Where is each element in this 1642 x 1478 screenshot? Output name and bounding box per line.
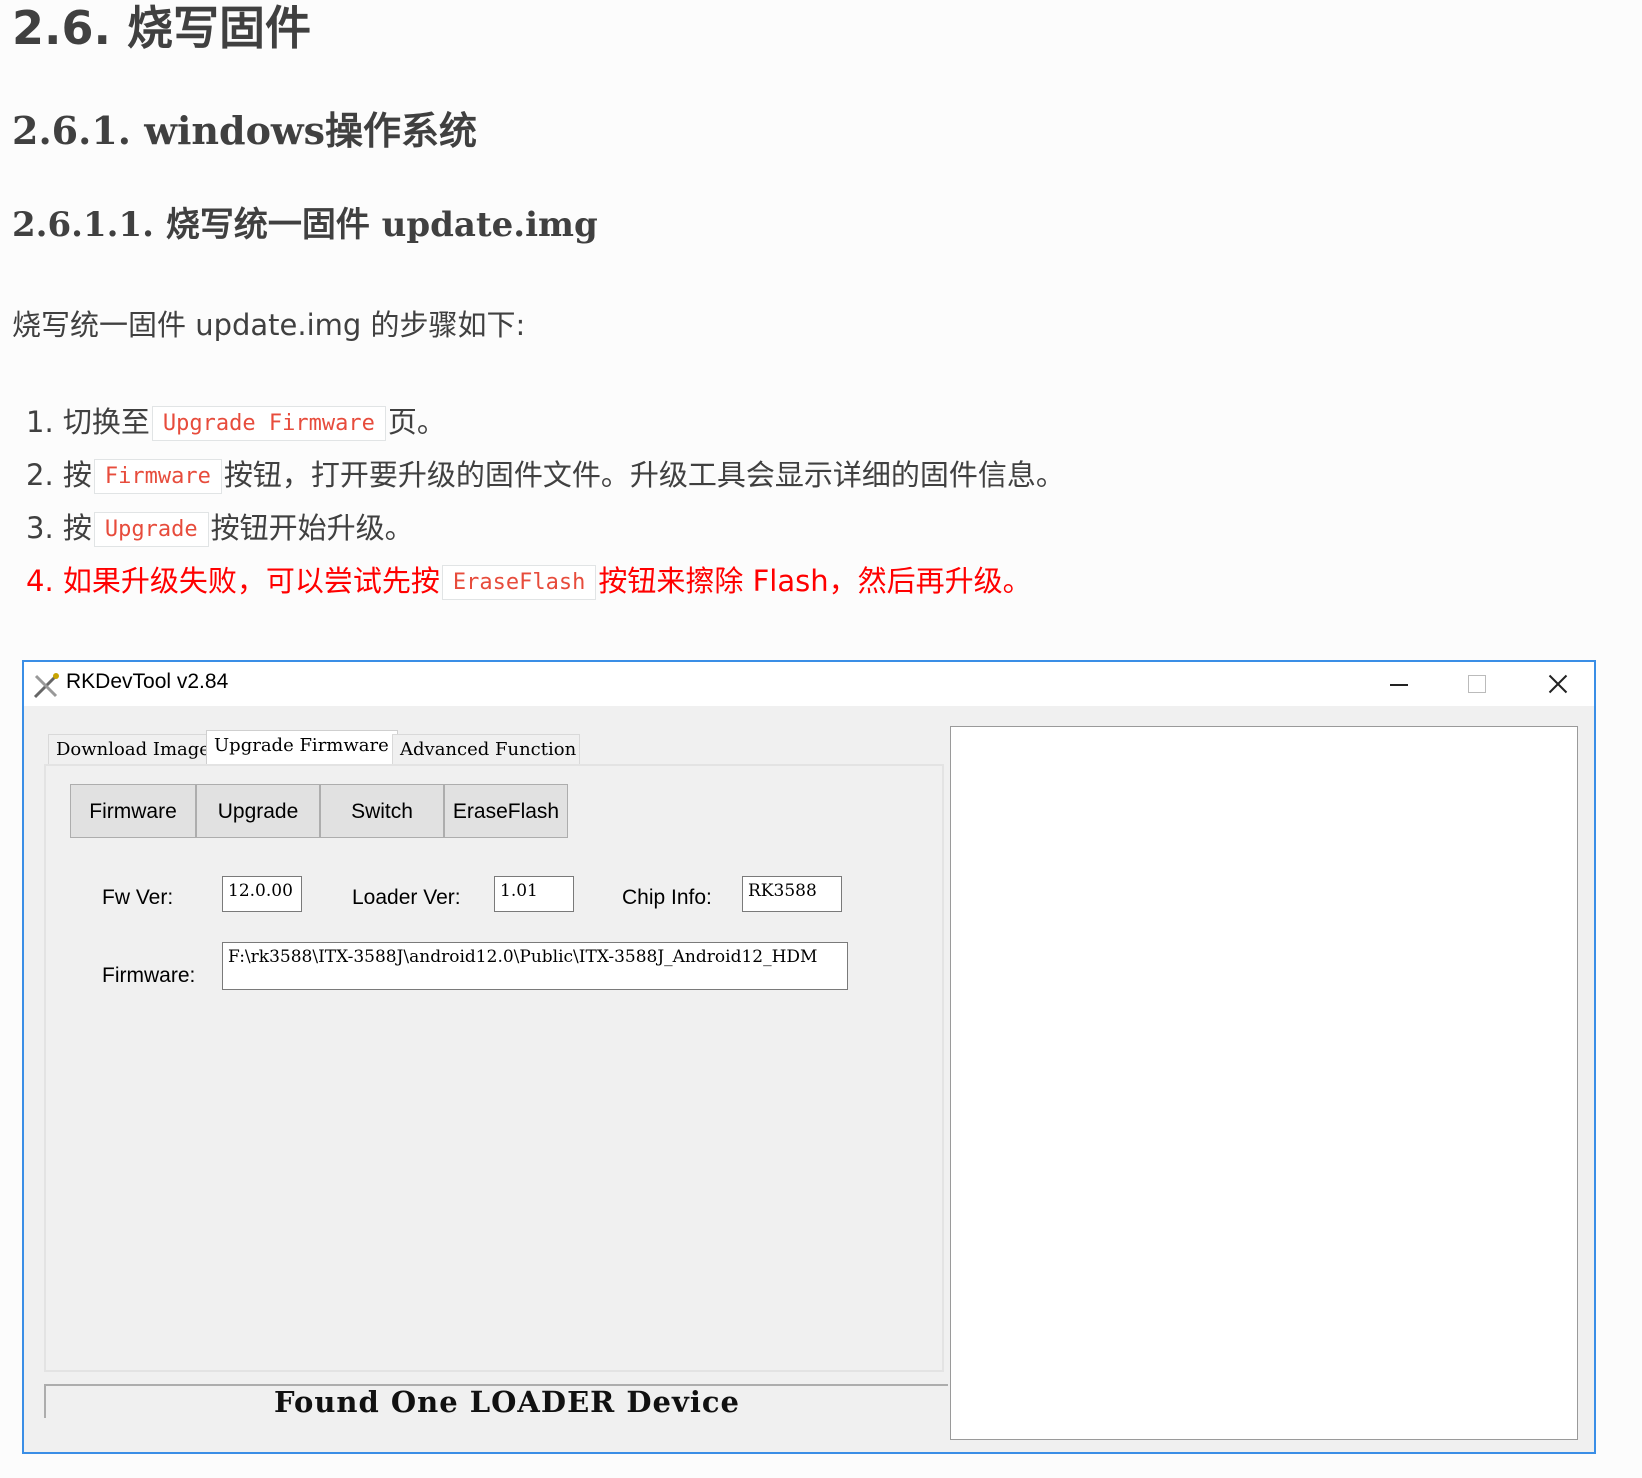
intro-text: 烧写统一固件 update.img 的步骤如下: <box>12 308 526 342</box>
firmware-button[interactable]: Firmware <box>70 784 196 838</box>
close-icon[interactable] <box>1534 668 1580 700</box>
chip-info-field[interactable]: RK3588 <box>742 876 842 912</box>
tab-advanced-function[interactable]: Advanced Function <box>392 734 580 765</box>
step-item: 2. 按 Firmware 按钮，打开要升级的固件文件。升级工具会显示详细的固件信息… <box>26 449 1065 502</box>
steps-list: 1. 切换至 Upgrade Firmware 页。 2. 按 Firmware 按钮，… <box>26 396 1065 608</box>
inline-code: Firmware <box>93 459 222 494</box>
subsection-title: 2.6.1. windows操作系统 <box>12 108 478 153</box>
step-text-pre: 如果升级失败，可以尝试先按 <box>62 564 440 598</box>
step-text-post: 页。 <box>387 405 446 439</box>
tab-download-image[interactable]: Download Image <box>48 734 212 765</box>
firmware-path-field[interactable]: F:\rk3588\ITX-3588J\android12.0\Public\I… <box>222 942 848 990</box>
upgrade-panel <box>44 764 944 1372</box>
step-text-pre: 按 <box>62 511 92 545</box>
loader-ver-label: Loader Ver: <box>352 886 461 909</box>
step-number: 2. <box>26 458 54 492</box>
step-text-post: 按钮来擦除 Flash，然后再升级。 <box>598 564 1032 598</box>
inline-code: EraseFlash <box>441 565 597 600</box>
inline-code: Upgrade <box>93 512 209 547</box>
step-text-post: 按钮开始升级。 <box>210 511 414 545</box>
step-number: 3. <box>26 511 54 545</box>
inline-code: Upgrade Firmware <box>151 406 386 441</box>
title-bar[interactable]: RKDevTool v2.84 <box>24 662 1594 706</box>
step-text-post: 按钮，打开要升级的固件文件。升级工具会显示详细的固件信息。 <box>223 458 1065 492</box>
step-item: 3. 按 Upgrade 按钮开始升级。 <box>26 502 1065 555</box>
upgrade-button[interactable]: Upgrade <box>196 784 320 838</box>
step-number: 4. <box>26 564 54 598</box>
window-title: RKDevTool v2.84 <box>66 670 229 693</box>
section-title: 2.6. 烧写固件 <box>12 1 311 55</box>
step-item: 1. 切换至 Upgrade Firmware 页。 <box>26 396 1065 449</box>
loader-ver-field[interactable]: 1.01 <box>494 876 574 912</box>
eraseflash-button[interactable]: EraseFlash <box>444 784 568 838</box>
status-bar: Found One LOADER Device <box>44 1384 948 1418</box>
minimize-icon[interactable] <box>1376 668 1422 700</box>
tab-upgrade-firmware[interactable]: Upgrade Firmware <box>206 730 398 765</box>
fw-ver-field[interactable]: 12.0.00 <box>222 876 302 912</box>
maximize-icon[interactable] <box>1454 668 1500 700</box>
step-number: 1. <box>26 405 54 439</box>
rkdevtool-tools-icon <box>33 673 59 699</box>
switch-button[interactable]: Switch <box>320 784 444 838</box>
fw-ver-label: Fw Ver: <box>102 886 174 909</box>
log-output-panel[interactable] <box>950 726 1578 1440</box>
chip-info-label: Chip Info: <box>622 886 712 909</box>
step-text-pre: 切换至 <box>62 405 150 439</box>
firmware-label: Firmware: <box>102 964 196 987</box>
subsubsection-title: 2.6.1.1. 烧写统一固件 update.img <box>12 205 598 245</box>
rkdevtool-window: RKDevTool v2.84 Download Image Upgrade F… <box>22 660 1596 1454</box>
step-text-pre: 按 <box>62 458 92 492</box>
step-item-warning: 4. 如果升级失败，可以尝试先按 EraseFlash 按钮来擦除 Flash，然后… <box>26 555 1065 608</box>
